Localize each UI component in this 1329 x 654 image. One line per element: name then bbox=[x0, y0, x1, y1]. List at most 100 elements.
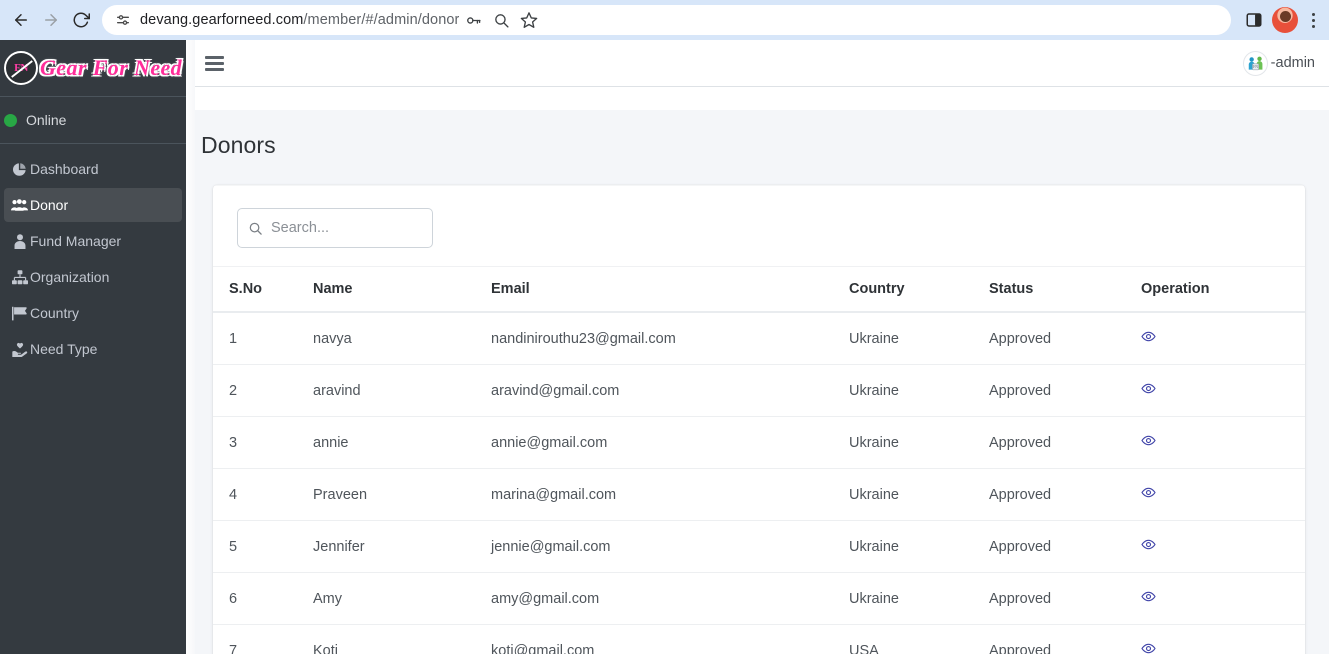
sidebar-item-fund-manager[interactable]: Fund Manager bbox=[4, 224, 182, 258]
status-dot-icon bbox=[4, 113, 17, 127]
table-row[interactable]: 7 Koti koti@gmail.com USA Approved bbox=[213, 624, 1305, 654]
bookmark-star-icon[interactable] bbox=[515, 6, 543, 34]
cell-status: Approved bbox=[989, 312, 1141, 365]
svg-text:FN: FN bbox=[1253, 65, 1258, 69]
topbar-username: -admin bbox=[1270, 55, 1315, 71]
cell-status: Approved bbox=[989, 520, 1141, 573]
eye-view-icon[interactable] bbox=[1141, 589, 1156, 604]
cell-country: Ukraine bbox=[849, 468, 989, 521]
sidebar-item-label: Organization bbox=[30, 269, 110, 285]
sidebar-item-label: Fund Manager bbox=[30, 233, 122, 249]
site-settings-icon[interactable] bbox=[110, 7, 136, 33]
donors-card: S.No Name Email Country Status Operation… bbox=[213, 185, 1305, 654]
online-status-panel: Online bbox=[0, 97, 186, 144]
search-box[interactable] bbox=[237, 208, 433, 248]
cell-sno: 2 bbox=[213, 364, 313, 417]
brand-mark-icon: FN bbox=[4, 51, 38, 85]
table-row[interactable]: 4 Praveen marina@gmail.com Ukraine Appro… bbox=[213, 468, 1305, 521]
pie-chart-icon bbox=[11, 161, 28, 177]
eye-view-icon[interactable] bbox=[1141, 381, 1156, 396]
browser-toolbar: devang.gearforneed.com/member/#/admin/do… bbox=[0, 0, 1329, 40]
cell-status: Approved bbox=[989, 364, 1141, 417]
cell-name: annie bbox=[313, 416, 491, 469]
column-header-status[interactable]: Status bbox=[989, 267, 1141, 313]
application-viewport: FN Gear For Need Online Dashboard Donor bbox=[0, 40, 1329, 654]
side-panel-icon[interactable] bbox=[1239, 3, 1269, 37]
profile-avatar[interactable] bbox=[1272, 7, 1298, 33]
cell-country: Ukraine bbox=[849, 520, 989, 573]
sidebar-item-need-type[interactable]: Need Type bbox=[4, 332, 182, 366]
three-dot-menu-icon[interactable] bbox=[1301, 3, 1325, 37]
cell-name: Praveen bbox=[313, 468, 491, 521]
table-row[interactable]: 3 annie annie@gmail.com Ukraine Approved bbox=[213, 416, 1305, 469]
cell-email: annie@gmail.com bbox=[491, 416, 849, 469]
cell-name: Jennifer bbox=[313, 520, 491, 573]
sidebar-item-label: Dashboard bbox=[30, 161, 99, 177]
table-row[interactable]: 2 aravind aravind@gmail.com Ukraine Appr… bbox=[213, 364, 1305, 417]
cell-country: Ukraine bbox=[849, 364, 989, 417]
address-bar[interactable]: devang.gearforneed.com/member/#/admin/do… bbox=[102, 5, 1231, 35]
sidebar-item-dashboard[interactable]: Dashboard bbox=[4, 152, 182, 186]
eye-view-icon[interactable] bbox=[1141, 537, 1156, 552]
sidebar-item-country[interactable]: Country bbox=[4, 296, 182, 330]
cell-status: Approved bbox=[989, 468, 1141, 521]
eye-view-icon[interactable] bbox=[1141, 485, 1156, 500]
column-header-operation[interactable]: Operation bbox=[1141, 267, 1305, 313]
sidebar-nav: Dashboard Donor Fund Manager Organizatio… bbox=[0, 144, 186, 366]
column-header-email[interactable]: Email bbox=[491, 267, 849, 313]
eye-view-icon[interactable] bbox=[1141, 641, 1156, 654]
cell-status: Approved bbox=[989, 416, 1141, 469]
cell-operation bbox=[1141, 364, 1305, 417]
cell-sno: 1 bbox=[213, 312, 313, 365]
cell-country: Ukraine bbox=[849, 572, 989, 625]
hamburger-menu-icon[interactable] bbox=[205, 52, 227, 74]
cell-country: Ukraine bbox=[849, 416, 989, 469]
cell-email: jennie@gmail.com bbox=[491, 520, 849, 573]
search-icon[interactable] bbox=[487, 6, 515, 34]
cell-name: navya bbox=[313, 312, 491, 365]
cell-email: nandinirouthu23@gmail.com bbox=[491, 312, 849, 365]
cell-email: amy@gmail.com bbox=[491, 572, 849, 625]
sidebar-item-label: Donor bbox=[30, 197, 69, 213]
table-row[interactable]: 1 navya nandinirouthu23@gmail.com Ukrain… bbox=[213, 312, 1305, 365]
status-label: Online bbox=[26, 112, 67, 128]
cell-email: koti@gmail.com bbox=[491, 624, 849, 654]
card-header bbox=[213, 185, 1305, 267]
page-title: Donors bbox=[201, 132, 276, 158]
cell-country: USA bbox=[849, 624, 989, 654]
back-arrow-icon[interactable] bbox=[6, 5, 36, 35]
password-key-icon[interactable] bbox=[459, 6, 487, 34]
brand-mark-text: FN bbox=[14, 62, 28, 74]
reload-icon[interactable] bbox=[66, 5, 96, 35]
eye-view-icon[interactable] bbox=[1141, 433, 1156, 448]
page-scrollbar[interactable] bbox=[186, 40, 195, 654]
column-header-name[interactable]: Name bbox=[313, 267, 491, 313]
content-top-spacer bbox=[195, 87, 1329, 110]
forward-arrow-icon[interactable] bbox=[36, 5, 66, 35]
sidebar-item-donor[interactable]: Donor bbox=[4, 188, 182, 222]
browser-right-actions bbox=[1239, 3, 1329, 37]
table-row[interactable]: 5 Jennifer jennie@gmail.com Ukraine Appr… bbox=[213, 520, 1305, 573]
hand-holding-heart-icon bbox=[11, 341, 28, 357]
sidebar-item-label: Need Type bbox=[30, 341, 98, 357]
cell-operation bbox=[1141, 624, 1305, 654]
brand-logo[interactable]: FN Gear For Need bbox=[0, 40, 186, 97]
sitemap-icon bbox=[11, 269, 28, 285]
sidebar-item-label: Country bbox=[30, 305, 80, 321]
cell-status: Approved bbox=[989, 572, 1141, 625]
users-group-icon bbox=[11, 197, 28, 213]
cell-name: aravind bbox=[313, 364, 491, 417]
table-row[interactable]: 6 Amy amy@gmail.com Ukraine Approved bbox=[213, 572, 1305, 625]
sidebar-item-organization[interactable]: Organization bbox=[4, 260, 182, 294]
topbar-user-area[interactable]: FN -admin bbox=[1242, 50, 1315, 76]
app-logo-avatar: FN bbox=[1242, 50, 1268, 76]
brand-name: Gear For Need bbox=[40, 55, 183, 80]
cell-email: aravind@gmail.com bbox=[491, 364, 849, 417]
column-header-sno[interactable]: S.No bbox=[213, 267, 313, 313]
search-input[interactable] bbox=[271, 220, 422, 236]
eye-view-icon[interactable] bbox=[1141, 329, 1156, 344]
cell-sno: 4 bbox=[213, 468, 313, 521]
column-header-country[interactable]: Country bbox=[849, 267, 989, 313]
top-navbar: FN -admin bbox=[195, 40, 1329, 87]
cell-sno: 3 bbox=[213, 416, 313, 469]
